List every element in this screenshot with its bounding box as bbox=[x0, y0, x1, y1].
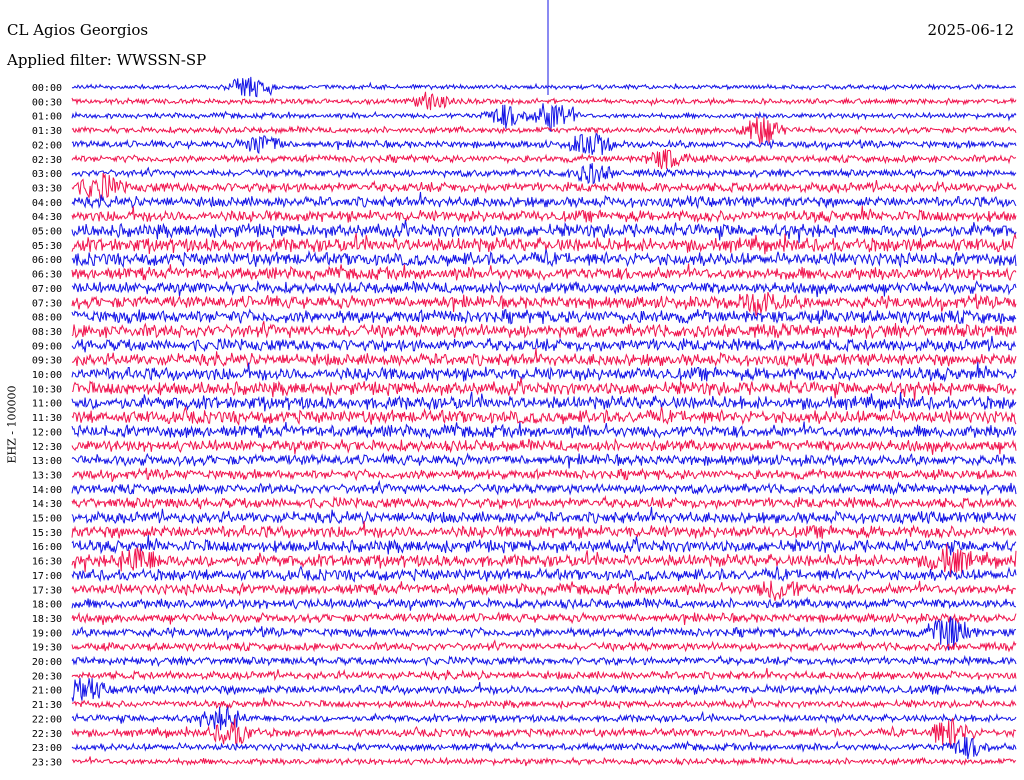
time-label-1130: 11:30 bbox=[32, 413, 62, 424]
trace-row-1330 bbox=[71, 467, 1017, 482]
time-label-0800: 08:00 bbox=[32, 313, 62, 324]
time-label-1830: 18:30 bbox=[32, 614, 62, 625]
trace-row-0000 bbox=[71, 76, 1017, 98]
trace-row-1230 bbox=[71, 437, 1017, 455]
trace-row-1600 bbox=[71, 534, 1017, 556]
time-label-1030: 10:30 bbox=[32, 384, 62, 395]
trace-row-0600 bbox=[71, 249, 1017, 269]
trace-row-1300 bbox=[71, 452, 1017, 469]
time-label-0330: 03:30 bbox=[32, 183, 62, 194]
trace-row-1400 bbox=[71, 479, 1017, 497]
trace-row-2300 bbox=[71, 737, 1017, 760]
time-label-1530: 15:30 bbox=[32, 528, 62, 539]
trace-row-0300 bbox=[71, 163, 1017, 185]
time-label-0100: 01:00 bbox=[32, 112, 62, 123]
trace-row-0700 bbox=[71, 279, 1017, 298]
trace-row-0230 bbox=[71, 149, 1017, 170]
time-label-1730: 17:30 bbox=[32, 585, 62, 596]
time-label-0530: 05:30 bbox=[32, 241, 62, 252]
time-label-1330: 13:30 bbox=[32, 470, 62, 481]
trace-row-1930 bbox=[71, 639, 1017, 653]
time-label-0000: 00:00 bbox=[32, 83, 62, 94]
trace-row-0800 bbox=[71, 308, 1017, 326]
helicorder-plot: 00:00 00:30 01:00 01:30 02:00 02:30 03:00 03:30… bbox=[32, 0, 1017, 768]
time-label-0930: 09:30 bbox=[32, 356, 62, 367]
trace-row-2030 bbox=[71, 667, 1017, 682]
trace-row-0630 bbox=[71, 263, 1017, 282]
trace-row-1130 bbox=[71, 405, 1017, 426]
time-label-1100: 11:00 bbox=[32, 399, 62, 410]
trace-row-0100 bbox=[71, 103, 1017, 132]
trace-row-2000 bbox=[71, 654, 1017, 668]
trace-row-0900 bbox=[71, 335, 1017, 353]
time-label-1200: 12:00 bbox=[32, 427, 62, 438]
time-label-1000: 10:00 bbox=[32, 370, 62, 381]
time-label-1500: 15:00 bbox=[32, 514, 62, 525]
trace-group bbox=[71, 76, 1017, 767]
time-label-1430: 14:30 bbox=[32, 499, 62, 510]
record-date: 2025-06-12 bbox=[927, 21, 1014, 39]
trace-row-2200 bbox=[71, 705, 1017, 731]
time-label-0630: 06:30 bbox=[32, 270, 62, 281]
trace-row-0330 bbox=[71, 172, 1017, 199]
time-label-0030: 00:30 bbox=[32, 97, 62, 108]
trace-row-1530 bbox=[71, 521, 1017, 540]
time-label-1600: 16:00 bbox=[32, 542, 62, 553]
time-label-2200: 22:00 bbox=[32, 714, 62, 725]
time-label-2030: 20:30 bbox=[32, 671, 62, 682]
time-label-0830: 08:30 bbox=[32, 327, 62, 338]
trace-row-1100 bbox=[71, 391, 1017, 412]
time-label-0400: 04:00 bbox=[32, 198, 62, 209]
trace-row-0830 bbox=[71, 321, 1017, 339]
time-label-2230: 22:30 bbox=[32, 729, 62, 740]
trace-row-0130 bbox=[71, 116, 1017, 145]
time-label-group: 00:00 00:30 01:00 01:30 02:00 02:30 03:00 03:30… bbox=[32, 83, 62, 768]
time-label-0230: 02:30 bbox=[32, 155, 62, 166]
trace-row-0200 bbox=[71, 132, 1017, 156]
time-label-2000: 20:00 bbox=[32, 657, 62, 668]
time-label-0500: 05:00 bbox=[32, 227, 62, 238]
time-label-1400: 14:00 bbox=[32, 485, 62, 496]
channel-scale-label: EHZ - 100000 bbox=[5, 385, 19, 464]
time-label-0730: 07:30 bbox=[32, 298, 62, 309]
trace-row-1430 bbox=[71, 495, 1017, 511]
time-label-1300: 13:00 bbox=[32, 456, 62, 467]
time-label-1900: 19:00 bbox=[32, 628, 62, 639]
trace-row-1500 bbox=[71, 506, 1017, 525]
trace-row-2130 bbox=[71, 696, 1017, 710]
trace-row-2100 bbox=[71, 677, 1017, 702]
time-label-1700: 17:00 bbox=[32, 571, 62, 582]
trace-row-1830 bbox=[71, 611, 1017, 626]
trace-row-1000 bbox=[71, 361, 1017, 383]
trace-row-0930 bbox=[71, 348, 1017, 368]
trace-row-0400 bbox=[71, 191, 1017, 210]
trace-row-0500 bbox=[71, 219, 1017, 243]
trace-row-2330 bbox=[71, 756, 1017, 767]
time-label-0300: 03:00 bbox=[32, 169, 62, 180]
trace-row-1730 bbox=[71, 580, 1017, 601]
time-label-1230: 12:30 bbox=[32, 442, 62, 453]
time-label-1630: 16:30 bbox=[32, 557, 62, 568]
time-label-0900: 09:00 bbox=[32, 341, 62, 352]
trace-row-1030 bbox=[71, 377, 1017, 401]
trace-row-0530 bbox=[71, 232, 1017, 255]
trace-row-0430 bbox=[71, 205, 1017, 224]
time-label-0200: 02:00 bbox=[32, 140, 62, 151]
time-label-1800: 18:00 bbox=[32, 600, 62, 611]
time-label-2100: 21:00 bbox=[32, 686, 62, 697]
trace-row-1700 bbox=[71, 565, 1017, 583]
time-label-0600: 06:00 bbox=[32, 255, 62, 266]
time-label-0130: 01:30 bbox=[32, 126, 62, 137]
applied-filter-label: Applied filter: WWSSN-SP bbox=[7, 51, 207, 69]
time-label-0700: 07:00 bbox=[32, 284, 62, 295]
time-label-2300: 23:00 bbox=[32, 743, 62, 754]
station-title: CL Agios Georgios bbox=[7, 21, 149, 39]
time-label-1930: 19:30 bbox=[32, 643, 62, 654]
time-label-2130: 21:30 bbox=[32, 700, 62, 711]
trace-row-1200 bbox=[71, 421, 1017, 440]
time-label-0430: 04:30 bbox=[32, 212, 62, 223]
time-label-2330: 23:30 bbox=[32, 757, 62, 768]
trace-row-1800 bbox=[71, 596, 1016, 611]
